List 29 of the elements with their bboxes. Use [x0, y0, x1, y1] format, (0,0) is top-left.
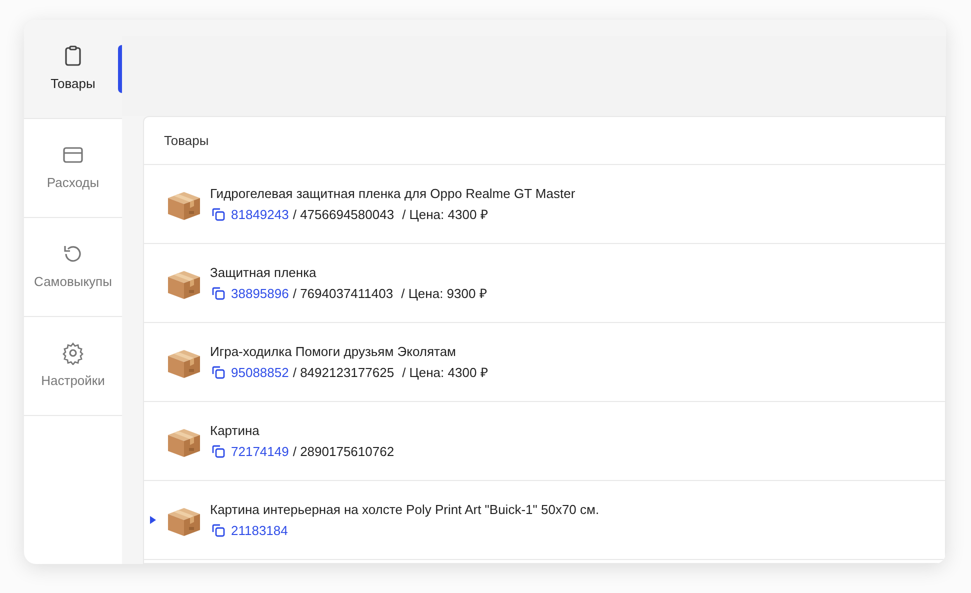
settings-icon: [61, 341, 85, 366]
copy-icon[interactable]: [212, 444, 225, 458]
barcode-text: / 4756694580043: [292, 206, 394, 224]
sku-link[interactable]: 38895896: [231, 284, 289, 303]
copy-icon[interactable]: [212, 366, 225, 379]
table-header: Товары: [164, 132, 209, 150]
copy-icon[interactable]: [212, 524, 225, 537]
sku-link[interactable]: 72174149: [231, 442, 289, 461]
sidebar-item[interactable]: Самовыкупы: [24, 218, 122, 317]
barcode-text: / 7694037411403: [292, 284, 394, 302]
sidebar-item[interactable]: Расходы: [24, 119, 122, 218]
product-name: Картина: [210, 422, 260, 440]
copy-icon[interactable]: [212, 286, 225, 300]
sku-link[interactable]: 21183184: [231, 520, 288, 540]
sku-link[interactable]: 81849243: [231, 204, 289, 224]
barcode-text: / 2890175610762: [292, 442, 394, 460]
price-text: / Цена: 4300 ₽: [402, 206, 488, 224]
copy-icon[interactable]: [212, 208, 225, 221]
product-name: Защитная пленка: [210, 264, 318, 282]
price-text: / Цена: 4300 ₽: [402, 364, 488, 382]
product-name: Гидрогелевая защитная пленка для Oppo Realme GT Master: [210, 185, 576, 203]
sidebar-item[interactable]: Настройки: [24, 317, 122, 416]
product-name: Игра-ходилка Помоги друзьям Эколятам: [210, 343, 457, 361]
barcode-text: / 8492123177625: [292, 364, 394, 382]
sidebar-item[interactable]: Товары: [24, 20, 122, 119]
product-name: Картина интерьерная на холсте Poly Print Art "Buick-1" 50x70 см.: [210, 501, 600, 519]
price-text: / Цена: 9300 ₽: [401, 284, 488, 303]
active-indicator: [118, 45, 122, 93]
sku-link[interactable]: 95088852: [231, 362, 289, 382]
